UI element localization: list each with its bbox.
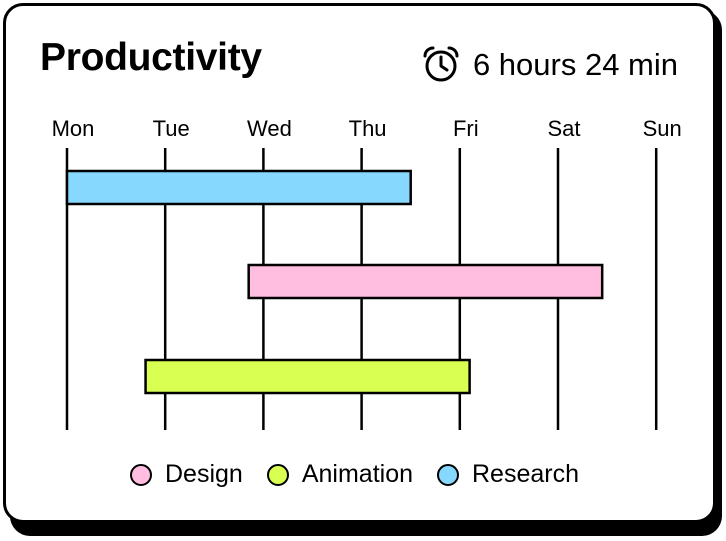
legend-swatch-animation: [266, 463, 289, 486]
tick-label-tue: Tue: [153, 116, 190, 141]
legend-label-design: Design: [165, 460, 243, 488]
tick-label-sat: Sat: [547, 116, 580, 141]
legend-item-animation: Animation: [266, 460, 413, 488]
tick-label-thu: Thu: [349, 116, 387, 141]
bar-animation: [144, 358, 471, 395]
legend-swatch-design: [130, 463, 152, 486]
tick-label-fri: Fri: [453, 116, 479, 141]
bar-design: [247, 263, 604, 300]
legend-label-animation: Animation: [301, 460, 413, 488]
tick-label-mon: Mon: [52, 116, 95, 141]
legend-label-research: Research: [472, 460, 579, 488]
legend-item-research: Research: [437, 462, 579, 487]
legend-item-design: Design: [130, 462, 243, 487]
legend-swatch-research: [437, 463, 459, 486]
tick-label-sun: Sun: [643, 116, 682, 141]
tick-label-wed: Wed: [247, 116, 292, 141]
bar-research: [65, 169, 412, 206]
chart-legend: Design Animation Research: [130, 462, 579, 487]
